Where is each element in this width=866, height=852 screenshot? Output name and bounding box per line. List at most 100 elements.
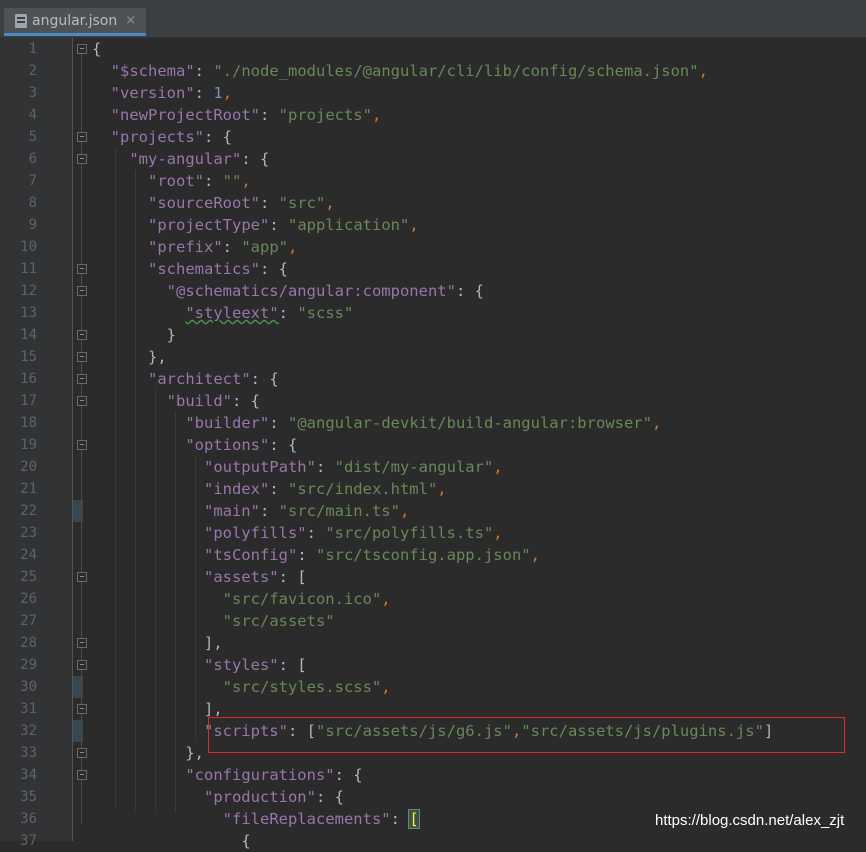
- fold-icon[interactable]: [77, 374, 87, 384]
- line-number: 33: [20, 745, 37, 761]
- line-number: 28: [20, 635, 37, 651]
- fold-icon[interactable]: [77, 44, 87, 54]
- line-number: 30: [20, 679, 37, 695]
- code-line-23: "polyfills": "src/polyfills.ts",: [203, 524, 503, 542]
- fold-icon[interactable]: [77, 396, 87, 406]
- fold-icon[interactable]: [77, 132, 87, 142]
- code-line-2: "$schema": "./node_modules/@angular/cli/…: [110, 62, 708, 80]
- line-number: 32: [20, 723, 37, 739]
- json-key: "schematics": [148, 260, 260, 278]
- json-value: "@angular-devkit/build-angular:browser": [288, 414, 652, 432]
- code-editor[interactable]: 1 2 3 4 5 6 7 8 9 10 11 12 13 14 15 16 17 18 19 20 21 22 23 24 2…: [0, 38, 866, 850]
- code-line-5: "projects": {: [110, 128, 232, 146]
- json-value: "": [222, 172, 242, 190]
- json-value: "projects": [278, 106, 372, 124]
- json-key: "configurations": [185, 766, 335, 784]
- json-value: "dist/my-angular": [334, 458, 494, 476]
- json-key: "version": [110, 84, 195, 102]
- code-line-35: "production": {: [203, 788, 344, 806]
- json-value: "src": [278, 194, 326, 212]
- close-icon[interactable]: ×: [125, 13, 136, 28]
- json-key: "build": [166, 392, 232, 410]
- code-line-16: "architect": {: [148, 370, 279, 388]
- bracket: ],: [203, 700, 223, 718]
- fold-icon[interactable]: [77, 440, 87, 450]
- json-value: "src/assets": [222, 612, 335, 630]
- line-number: 14: [20, 327, 37, 343]
- code-line-3: "version": 1,: [110, 84, 233, 102]
- code-line-29: "styles": [: [203, 656, 307, 674]
- line-number: 9: [28, 217, 37, 233]
- code-line-11: "schematics": {: [148, 260, 288, 278]
- json-key: "@schematics/angular:component": [166, 282, 456, 300]
- code-line-17: "build": {: [166, 392, 260, 410]
- line-number: 21: [20, 481, 37, 497]
- line-number: 5: [28, 129, 37, 145]
- code-line-4: "newProjectRoot": "projects",: [110, 106, 382, 124]
- code-line-24: "tsConfig": "src/tsconfig.app.json",: [203, 546, 540, 564]
- json-value: "scss": [297, 304, 354, 322]
- json-key: "my-angular": [129, 150, 242, 168]
- json-key: "prefix": [148, 238, 223, 256]
- code-line-6: "my-angular": {: [129, 150, 270, 168]
- fold-icon[interactable]: [77, 638, 87, 648]
- line-number: 22: [20, 503, 37, 519]
- json-key: "root": [148, 172, 204, 190]
- json-key: "assets": [203, 568, 279, 586]
- json-key: "styles": [203, 656, 279, 674]
- brace: },: [185, 744, 204, 762]
- json-value: "src/main.ts": [278, 502, 400, 520]
- line-number: 37: [20, 833, 37, 849]
- json-key: "main": [203, 502, 260, 520]
- code-line-18: "builder": "@angular-devkit/build-angula…: [185, 414, 662, 432]
- line-number: 12: [20, 283, 37, 299]
- json-key: "architect": [148, 370, 251, 388]
- code-line-19: "options": {: [185, 436, 298, 454]
- fold-icon[interactable]: [77, 154, 87, 164]
- json-key: "polyfills": [203, 524, 307, 542]
- json-key: "options": [185, 436, 270, 454]
- fold-icon[interactable]: [77, 748, 87, 758]
- json-value: "src/tsconfig.app.json": [315, 546, 531, 564]
- fold-icon[interactable]: [77, 264, 87, 274]
- code-line-20: "outputPath": "dist/my-angular",: [203, 458, 503, 476]
- json-key: "tsConfig": [203, 546, 298, 564]
- code-line-14: }: [92, 324, 866, 346]
- line-number: 1: [28, 41, 37, 57]
- fold-icon[interactable]: [77, 352, 87, 362]
- line-number: 26: [20, 591, 37, 607]
- line-number: 20: [20, 459, 37, 475]
- line-number: 23: [20, 525, 37, 541]
- line-number: 2: [28, 63, 37, 79]
- line-number: 10: [20, 239, 37, 255]
- fold-icon[interactable]: [77, 330, 87, 340]
- line-number: 6: [28, 151, 37, 167]
- fold-icon[interactable]: [77, 572, 87, 582]
- json-key: "newProjectRoot": [110, 106, 260, 124]
- brace: }: [166, 326, 176, 344]
- code-line-15: },: [92, 346, 866, 368]
- brace: {: [92, 40, 102, 58]
- line-number: 27: [20, 613, 37, 629]
- code-line-28: ],: [92, 632, 866, 654]
- line-number: 13: [20, 305, 37, 321]
- line-number: 34: [20, 767, 37, 783]
- line-number: 35: [20, 789, 37, 805]
- tab-angular-json[interactable]: angular.json ×: [4, 8, 146, 36]
- line-number: 15: [20, 349, 37, 365]
- json-key: "projects": [110, 128, 204, 146]
- bracket: ],: [203, 634, 223, 652]
- fold-icon[interactable]: [77, 286, 87, 296]
- line-number: 8: [28, 195, 37, 211]
- fold-icon[interactable]: [77, 770, 87, 780]
- line-number: 3: [28, 85, 37, 101]
- code-line-37: {: [92, 830, 866, 852]
- line-number: 31: [20, 701, 37, 717]
- fold-icon[interactable]: [77, 704, 87, 714]
- line-number: 4: [28, 107, 37, 123]
- fold-icon[interactable]: [77, 660, 87, 670]
- json-key: "$schema": [110, 62, 195, 80]
- code-line-27: "src/assets": [92, 610, 866, 632]
- json-key: "outputPath": [203, 458, 316, 476]
- line-number: 29: [20, 657, 37, 673]
